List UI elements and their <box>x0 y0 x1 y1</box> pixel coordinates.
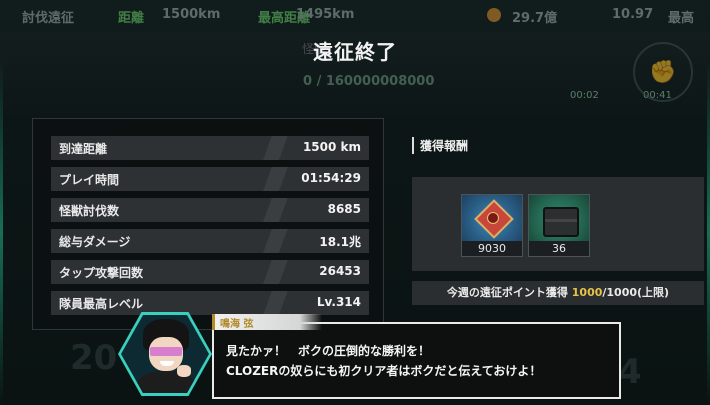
bg-timer-1: 00:02 <box>570 90 599 101</box>
topbar-title: 討伐遠征 <box>22 11 75 26</box>
left-glow <box>0 60 3 405</box>
weekly-points: 今週の遠征ポイント獲得 1000/1000(上限) <box>412 281 704 305</box>
stat-label: タップ攻撃回数 <box>59 266 144 280</box>
bg-ghost-number: 20 <box>70 338 118 378</box>
weekly-current: 1000 <box>571 286 603 299</box>
weekly-rest: /1000(上限) <box>602 286 670 299</box>
stat-label: 隊員最高レベル <box>59 297 144 311</box>
stat-label: 怪獣討伐数 <box>59 204 120 218</box>
stat-value: 8685 <box>327 202 361 216</box>
stat-value: 1500 km <box>302 140 361 154</box>
weekly-prefix: 今週の遠征ポイント獲得 <box>446 286 572 299</box>
rewards-box: 9030 36 <box>412 177 704 271</box>
page-title: 遠征終了 <box>313 40 397 64</box>
dialogue-line-2: CLOZERの奴らにも初クリア者はボクだと伝えておけよ！ <box>226 364 542 378</box>
stats-panel: 到達距離 1500 km プレイ時間 01:54:29 怪獣討伐数 8685 総与ダメ… <box>32 118 384 330</box>
topbar-value: 10.97 <box>612 7 654 22</box>
topbar-value-best: 最高 <box>668 11 695 26</box>
stat-value: 01:54:29 <box>301 171 361 185</box>
reward-count: 9030 <box>462 241 522 256</box>
best-distance-value: 1495km <box>296 7 355 22</box>
stat-row: プレイ時間 01:54:29 <box>51 167 369 191</box>
stat-row: 総与ダメージ 18.1兆 <box>51 229 369 253</box>
stat-value: Lv.314 <box>316 295 361 309</box>
reward-item-crate[interactable]: 36 <box>528 194 590 257</box>
stat-row: 隊員最高レベル Lv.314 <box>51 291 369 315</box>
reward-count: 36 <box>529 241 589 256</box>
speaker-nameplate: 鳴海 弦 <box>212 314 322 330</box>
stat-row: 到達距離 1500 km <box>51 136 369 160</box>
rewards-title: 獲得報酬 <box>412 137 468 154</box>
bg-ghost-number: 4 <box>618 352 642 392</box>
medal-icon <box>462 195 522 241</box>
distance-value: 1500km <box>162 7 221 22</box>
dialogue-box[interactable] <box>212 322 621 399</box>
stat-row: 怪獣討伐数 8685 <box>51 198 369 222</box>
stat-value: 26453 <box>319 264 361 278</box>
dialogue-line-1: 見たかァ！ ボクの圧倒的な勝利を！ <box>226 344 431 358</box>
distance-label: 距離 <box>118 11 145 26</box>
bg-progress-text: 0 / 160000008000 <box>303 74 435 89</box>
coin-icon <box>487 8 501 22</box>
top-bar: 討伐遠征 距離 1500km 最高距離 1495km 29.7億 10.97 最… <box>0 0 710 32</box>
currency-value: 29.7億 <box>512 11 558 26</box>
stat-label: プレイ時間 <box>59 173 120 187</box>
stat-label: 到達距離 <box>59 142 108 156</box>
stat-row: タップ攻撃回数 26453 <box>51 260 369 284</box>
reward-item-medal[interactable]: 9030 <box>461 194 523 257</box>
speaker-name: 鳴海 弦 <box>220 319 254 330</box>
stat-value: 18.1兆 <box>319 235 361 249</box>
crate-icon <box>529 195 589 241</box>
stat-label: 総与ダメージ <box>59 235 131 249</box>
